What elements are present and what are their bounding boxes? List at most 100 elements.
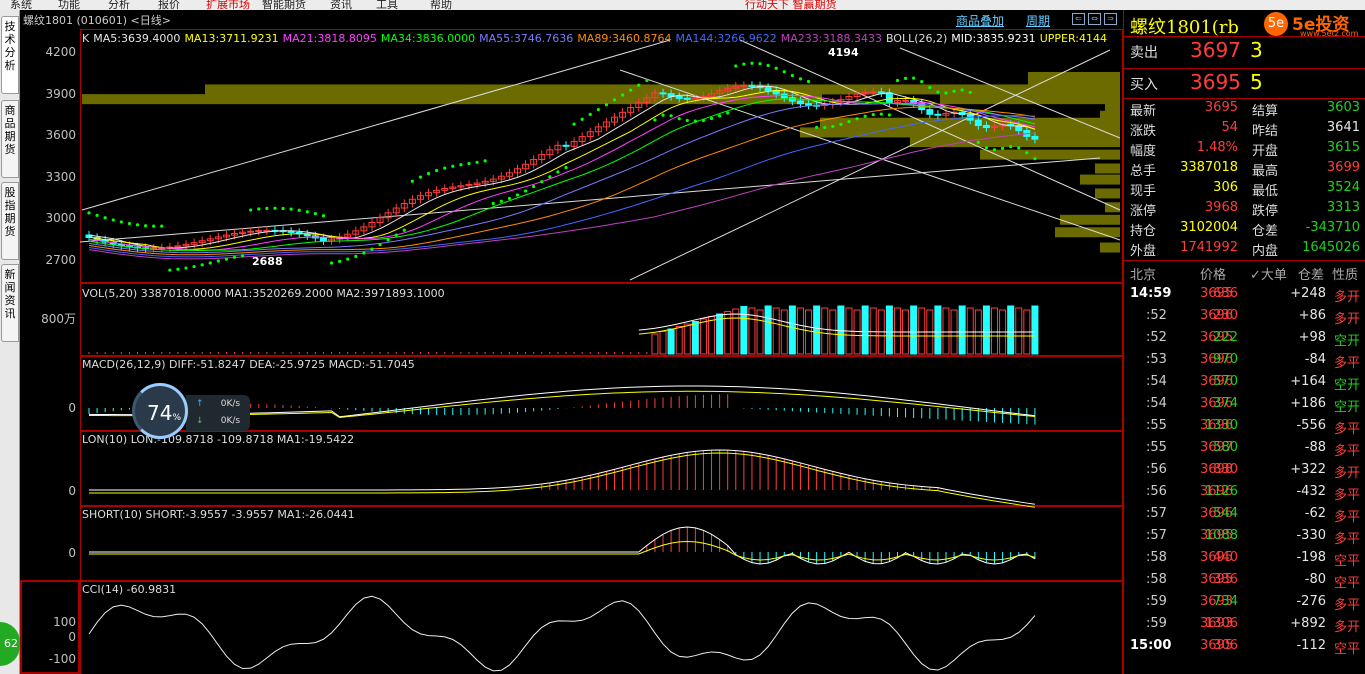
tick-volume: 1126	[1204, 484, 1238, 499]
macd-zero-tick: 0	[68, 401, 76, 415]
sar-dot	[976, 140, 980, 144]
stat-label: 最新	[1130, 104, 1157, 119]
next-icon[interactable]: ⇒	[1104, 13, 1117, 25]
commodity-overlay-button[interactable]: 商品叠加	[956, 12, 1004, 29]
menu-item[interactable]: 系统	[10, 0, 32, 10]
cci-axis-tick: 0	[68, 630, 76, 644]
menu-item[interactable]: 帮助	[430, 0, 452, 10]
sar-dot	[499, 199, 503, 203]
sar-dot	[855, 117, 859, 121]
stat-label: 总手	[1130, 164, 1157, 179]
sar-dot	[758, 62, 762, 66]
tick-type: 多平	[1334, 444, 1361, 459]
left-tab-char: 资	[4, 294, 16, 307]
left-tab[interactable]: 技术分析	[1, 16, 19, 94]
tick-time: :52	[1146, 308, 1167, 323]
sar-dot	[548, 175, 552, 179]
left-tab-char: 术	[4, 33, 16, 46]
restore-icon[interactable]: ⇐	[1072, 13, 1085, 25]
tick-type: 空平	[1334, 642, 1361, 657]
candle-body	[691, 97, 699, 100]
stat-label: 最低	[1252, 184, 1279, 199]
kline-chart[interactable]	[20, 10, 1123, 674]
candle-body	[796, 100, 804, 105]
menu-item[interactable]: 工具	[376, 0, 398, 10]
tick-oi-change: -556	[1296, 418, 1326, 433]
sar-dot	[790, 73, 794, 78]
ask-row[interactable]: 卖出 3697 3	[1124, 38, 1365, 68]
candle-body	[805, 103, 813, 106]
tick-row[interactable]: :56 3698 830 +322 多开	[1124, 460, 1365, 482]
tick-time: :57	[1146, 506, 1167, 521]
left-tab-char: 技	[4, 20, 16, 33]
menu-promo-text: 行动天下 智赢期货	[745, 0, 837, 10]
tick-row[interactable]: :59 3693 1306 +892 多开	[1124, 614, 1365, 636]
maximize-icon[interactable]: ⇔	[1088, 13, 1101, 25]
tick-type: 空开	[1334, 378, 1361, 393]
tick-row[interactable]: 14:59 3695 636 +248 多开	[1124, 284, 1365, 306]
left-tab-char: 股	[4, 186, 16, 199]
menu-item[interactable]: 分析	[108, 0, 130, 10]
sar-dot	[305, 210, 309, 214]
tick-oi-change: -88	[1304, 440, 1326, 455]
price-axis-tick: 3300	[45, 170, 76, 184]
price-axis-tick: 3900	[45, 87, 76, 101]
sar-dot	[903, 76, 908, 81]
tick-row[interactable]: :58 3695 336 -80 空平	[1124, 570, 1365, 592]
stat-value: 1645026	[1302, 240, 1360, 255]
sar-dot	[637, 83, 641, 87]
sar-dot	[483, 159, 487, 163]
period-button[interactable]: 周期	[1026, 12, 1050, 29]
tick-type: 多平	[1334, 356, 1361, 371]
tick-volume: 830	[1213, 462, 1238, 477]
bid-row[interactable]: 买入 3695 5	[1124, 70, 1365, 100]
left-tab[interactable]: 新闻资讯	[1, 264, 19, 342]
upload-speed: ↑ 0K/s	[196, 399, 240, 409]
tick-row[interactable]: :57 3695 1088 -330 多平	[1124, 526, 1365, 548]
sar-dot	[224, 257, 229, 261]
tick-type: 空平	[1334, 554, 1361, 569]
menu-item[interactable]: 功能	[58, 0, 80, 10]
lon-zero-tick: 0	[68, 484, 76, 498]
short-ma-line	[89, 540, 1036, 561]
divider	[1124, 68, 1365, 69]
menu-item[interactable]: 报价	[158, 0, 180, 10]
tick-row[interactable]: :55 3697 580 -88 多平	[1124, 438, 1365, 460]
menu-item[interactable]: 智能期货	[262, 0, 306, 10]
tick-row[interactable]: :58 3695 440 -198 空平	[1124, 548, 1365, 570]
sar-dot	[992, 148, 997, 152]
ma-legend-item: MA34:3836.0000	[380, 32, 476, 45]
left-tab[interactable]: 股指期货	[1, 182, 19, 260]
tick-oi-change: -330	[1296, 528, 1326, 543]
left-tab-char: 货	[4, 143, 16, 156]
tick-row[interactable]: 15:00 3695 306 -112 空平	[1124, 636, 1365, 658]
memory-gauge: 74%	[132, 383, 188, 439]
tick-row[interactable]: :55 3696 1330 -556 多平	[1124, 416, 1365, 438]
sar-dot	[863, 114, 867, 118]
left-tab[interactable]: 商品期货	[1, 100, 19, 178]
tick-row[interactable]: :52 3696 230 +86 多开	[1124, 306, 1365, 328]
tick-row[interactable]: :57 3696 544 -62 多平	[1124, 504, 1365, 526]
sar-dot	[475, 160, 479, 164]
tick-header-price: 价格	[1200, 268, 1227, 283]
tick-oi-change: -84	[1304, 352, 1326, 367]
tick-row[interactable]: :54 3696 374 +186 空开	[1124, 394, 1365, 416]
sar-dot	[459, 163, 463, 167]
tick-row[interactable]: :53 3696 970 -84 多平	[1124, 350, 1365, 372]
tick-row[interactable]: :59 3693 734 -276 多平	[1124, 592, 1365, 614]
sar-dot	[135, 223, 140, 227]
menu-item[interactable]: 扩展市场	[206, 0, 250, 10]
tick-row[interactable]: :52 3695 222 +98 空开	[1124, 328, 1365, 350]
tick-row[interactable]: :54 3696 570 +164 空开	[1124, 372, 1365, 394]
sar-dot	[289, 207, 293, 211]
network-speed-widget[interactable]: ↑ 0K/s ↓ 0K/s 74%	[132, 383, 252, 439]
menu-item[interactable]: 资讯	[330, 0, 352, 10]
tick-row[interactable]: :56 3696 1126 -432 多平	[1124, 482, 1365, 504]
macd-label: MACD(26,12,9) DIFF:-51.8247 DEA:-25.9725…	[82, 358, 415, 371]
volume-bar	[740, 306, 748, 355]
tick-time: :59	[1146, 594, 1167, 609]
sar-dot	[596, 107, 600, 112]
sar-dot	[653, 118, 657, 122]
volume-bar	[966, 307, 974, 355]
gauge-percent: 74%	[147, 401, 181, 425]
